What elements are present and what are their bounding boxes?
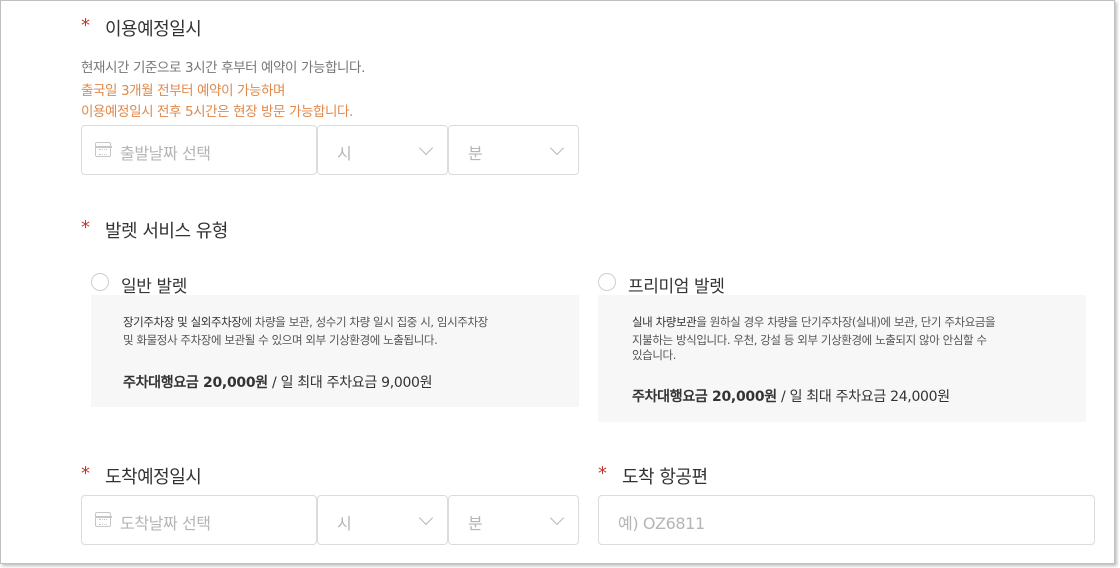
chevron-down-icon — [549, 140, 565, 156]
departure-minute-select[interactable]: 분 — [448, 125, 579, 175]
arrival-datetime-title: 도착예정일시 — [105, 467, 202, 488]
premium-valet-desc: 실내 차량보관을 원하실 경우 차량을 단기주차장(실내)에 보관, 단기 주차… — [632, 313, 1072, 364]
fee-separator: / — [776, 389, 790, 405]
desc-highlight: 실내 차량보관 — [632, 315, 697, 329]
desc-text: 및 화물정사 주차장에 보관될 수 있으며 외부 기상환경에 노출됩니다. — [123, 333, 438, 347]
required-marker: * — [81, 15, 90, 36]
arrival-flight-input[interactable]: 예) OZ6811 — [598, 495, 1095, 545]
arrival-minute-select[interactable]: 분 — [448, 495, 579, 545]
usage-datetime-title: 이용예정일시 — [105, 19, 202, 40]
notice-line: 이용예정일시 전후 5시간은 현장 방문 가능합니다. — [81, 104, 353, 120]
premium-valet-fee: 주차대행요금 20,000원 / 일 최대 주차요금 24,000원 — [632, 386, 950, 406]
usage-datetime-desc: 현재시간 기준으로 3시간 후부터 예약이 가능합니다. — [81, 60, 365, 76]
fee-max: 일 최대 주차요금 9,000원 — [280, 375, 433, 391]
calendar-icon — [94, 142, 112, 157]
desc-text: 에 차량을 보관, 성수기 차량 일시 집중 시, 임시주차장 — [241, 315, 489, 329]
calendar-icon — [94, 512, 112, 527]
standard-valet-radio[interactable] — [91, 273, 109, 291]
hour-value: 시 — [337, 144, 352, 163]
fee-label: 주차대행요금 20,000원 — [123, 375, 268, 391]
chevron-down-icon — [418, 510, 434, 526]
minute-value: 분 — [468, 514, 483, 533]
arrival-hour-select[interactable]: 시 — [317, 495, 448, 545]
standard-valet-card: 장기주차장 및 실외주차장에 차량을 보관, 성수기 차량 일시 집중 시, 임… — [91, 295, 579, 407]
departure-date-input[interactable]: 출발날짜 선택 — [81, 125, 317, 175]
date-placeholder: 도착날짜 선택 — [120, 514, 211, 533]
premium-valet-card: 실내 차량보관을 원하실 경우 차량을 단기주차장(실내)에 보관, 단기 주차… — [598, 295, 1086, 422]
required-marker: * — [81, 217, 90, 238]
fee-label: 주차대행요금 20,000원 — [632, 389, 777, 405]
flight-placeholder: 예) OZ6811 — [618, 514, 705, 533]
standard-valet-desc: 장기주차장 및 실외주차장에 차량을 보관, 성수기 차량 일시 집중 시, 임… — [123, 313, 563, 349]
desc-text: 을 원하실 경우 차량을 단기주차장(실내)에 보관, 단기 주차요금을 — [696, 315, 996, 329]
departure-hour-select[interactable]: 시 — [317, 125, 448, 175]
fee-separator: / — [267, 375, 281, 391]
required-marker: * — [598, 463, 607, 484]
arrival-flight-title: 도착 항공편 — [622, 467, 708, 488]
desc-highlight: 장기주차장 및 실외주차장 — [123, 315, 242, 329]
notice-line: 출국일 3개월 전부터 예약이 가능하며 — [81, 83, 286, 99]
usage-datetime-notice: 출국일 3개월 전부터 예약이 가능하며 이용예정일시 전후 5시간은 현장 방… — [81, 81, 353, 123]
required-marker: * — [81, 463, 90, 484]
fee-max: 일 최대 주차요금 24,000원 — [789, 389, 951, 405]
form-panel: * 이용예정일시 현재시간 기준으로 3시간 후부터 예약이 가능합니다. 출국… — [0, 0, 1115, 564]
premium-valet-label[interactable]: 프리미엄 발렛 — [628, 272, 725, 297]
standard-valet-label[interactable]: 일반 발렛 — [121, 272, 187, 297]
premium-valet-radio[interactable] — [598, 273, 616, 291]
date-placeholder: 출발날짜 선택 — [120, 144, 211, 163]
chevron-down-icon — [549, 510, 565, 526]
arrival-date-input[interactable]: 도착날짜 선택 — [81, 495, 317, 545]
standard-valet-fee: 주차대행요금 20,000원 / 일 최대 주차요금 9,000원 — [123, 372, 433, 392]
minute-value: 분 — [468, 144, 483, 163]
valet-type-title: 발렛 서비스 유형 — [105, 221, 228, 242]
chevron-down-icon — [418, 140, 434, 156]
hour-value: 시 — [337, 514, 352, 533]
